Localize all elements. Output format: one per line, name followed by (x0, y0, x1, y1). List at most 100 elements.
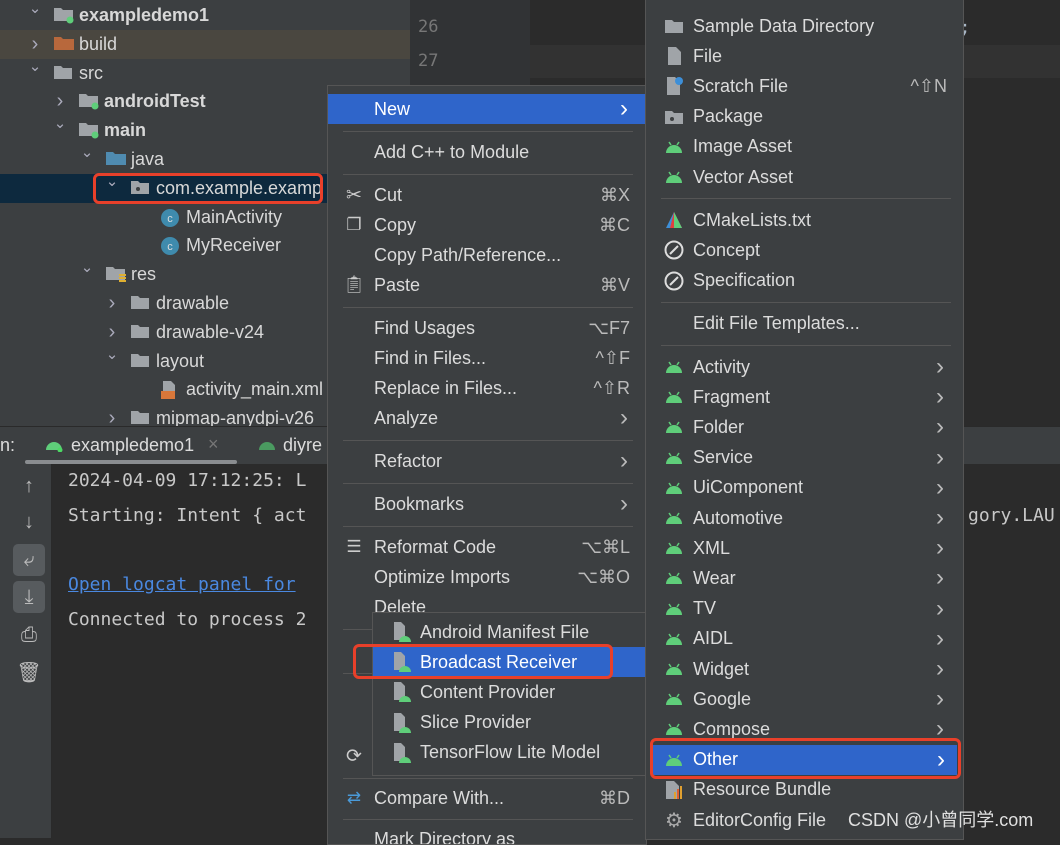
menu-item-compare-with[interactable]: ⇄Compare With...⌘D (328, 783, 646, 813)
arrow-up-button[interactable]: ↑ (13, 470, 45, 502)
open-logcat-link[interactable]: Open logcat panel for (68, 574, 296, 595)
chevron-right-icon[interactable]: › (105, 407, 119, 426)
new-item-automotive[interactable]: Automotive› (646, 503, 963, 533)
menu-item-bookmarks[interactable]: Bookmarks› (328, 489, 646, 519)
new-item-fragment[interactable]: Fragment› (646, 382, 963, 412)
new-item-vector-asset[interactable]: Vector Asset (646, 162, 963, 192)
tree-item[interactable]: ⌄src (0, 59, 410, 88)
tree-item-label: layout (156, 351, 204, 372)
menu-item-label: Automotive (693, 508, 783, 529)
menu-item-label: Content Provider (420, 682, 555, 703)
chevron-right-icon: › (620, 95, 628, 123)
module-folder-icon (53, 6, 73, 24)
menu-item-refactor[interactable]: Refactor› (328, 446, 646, 476)
new-item-file[interactable]: File (646, 41, 963, 71)
chevron-down-icon[interactable]: ⌄ (80, 258, 94, 276)
new-item-aidl[interactable]: AIDL› (646, 624, 963, 654)
menu-item-label: Service (693, 447, 753, 468)
new-item-sample-data-directory[interactable]: Sample Data Directory (646, 11, 963, 41)
new-item-xml[interactable]: XML › (646, 533, 963, 563)
menu-item-new[interactable]: New› (328, 94, 646, 124)
android-file-icon (391, 713, 411, 733)
menu-item-label: Package (693, 106, 763, 127)
menu-item-add-c-to-module[interactable]: Add C++ to Module (328, 137, 646, 167)
other-item-slice-provider[interactable]: Slice Provider (373, 708, 646, 738)
tree-item[interactable]: › build (0, 30, 410, 59)
menu-item-paste[interactable]: 📋︎Paste⌘V (328, 270, 646, 300)
concept-icon (664, 271, 684, 291)
close-tab-icon[interactable]: × (208, 434, 219, 455)
soft-wrap-button[interactable]: ⤶ (13, 544, 45, 576)
arrow-down-button[interactable]: ↓ (13, 506, 45, 538)
chevron-right-icon[interactable]: › (105, 321, 119, 344)
shortcut: ⌘C (599, 215, 630, 236)
new-item-tv[interactable]: TV› (646, 594, 963, 624)
new-item-scratch-file[interactable]: Scratch File^⇧N (646, 71, 963, 101)
new-item-edit-file-templates[interactable]: Edit File Templates... (646, 309, 963, 339)
menu-item-analyze[interactable]: Analyze› (328, 403, 646, 433)
new-item-activity[interactable]: Activity› (646, 352, 963, 382)
menu-item-reformat-code[interactable]: ☰Reformat Code⌥⌘L (328, 532, 646, 562)
print-button[interactable]: ⎙ (13, 619, 45, 651)
run-tab-exampledemo1[interactable]: exampledemo1 × (40, 427, 238, 463)
chevron-down-icon[interactable]: ⌄ (80, 143, 94, 161)
chevron-right-icon: › (936, 655, 944, 683)
trash-button[interactable]: 🗑︎ (13, 656, 45, 688)
new-item-uicomponent[interactable]: UiComponent› (646, 473, 963, 503)
menu-item-label: TV (693, 598, 716, 619)
line-number: 27 (418, 51, 438, 71)
chevron-right-icon[interactable]: › (28, 33, 42, 56)
menu-separator (343, 483, 633, 484)
tree-item[interactable]: ⌄exampledemo1 (0, 1, 410, 30)
android-icon (664, 387, 684, 407)
scroll-to-end-button[interactable]: ⤓ (13, 581, 45, 613)
tree-item-label: java (131, 149, 164, 170)
menu-item-find-in-files[interactable]: Find in Files...^⇧F (328, 343, 646, 373)
menu-item-label: XML (693, 538, 730, 559)
menu-item-copy-path-reference[interactable]: Copy Path/Reference... (328, 240, 646, 270)
watermark: CSDN @小曾同学.com (848, 806, 1033, 832)
android-icon (44, 436, 64, 452)
chevron-right-icon: › (936, 474, 944, 502)
menu-item-optimize-imports[interactable]: Optimize Imports⌥⌘O (328, 562, 646, 592)
new-item-cmakelists-txt[interactable]: CMakeLists.txt (646, 205, 963, 235)
android-file-icon (391, 682, 411, 702)
menu-item-copy[interactable]: ❐Copy⌘C (328, 210, 646, 240)
other-item-content-provider[interactable]: Content Provider (373, 677, 646, 707)
chevron-down-icon[interactable]: ⌄ (28, 57, 42, 75)
other-item-tensorflow-lite-model[interactable]: TensorFlow Lite Model (373, 738, 646, 768)
new-item-google[interactable]: Google› (646, 684, 963, 714)
chevron-right-icon[interactable]: › (105, 292, 119, 315)
menu-item-label: File (693, 46, 722, 67)
new-item-folder[interactable]: Folder› (646, 412, 963, 442)
new-item-image-asset[interactable]: Image Asset (646, 132, 963, 162)
menu-item-label: Folder (693, 417, 744, 438)
menu-item-cut[interactable]: ✂Cut⌘X (328, 180, 646, 210)
folder-icon (664, 16, 684, 36)
menu-item-label: Concept (693, 240, 760, 261)
chevron-right-icon[interactable]: › (53, 90, 67, 113)
chevron-down-icon[interactable]: ⌄ (28, 0, 42, 17)
new-item-concept[interactable]: Concept (646, 235, 963, 265)
chevron-down-icon[interactable]: ⌄ (105, 345, 119, 363)
chevron-down-icon[interactable]: ⌄ (53, 114, 67, 132)
new-item-service[interactable]: Service› (646, 443, 963, 473)
chevron-right-icon: › (936, 534, 944, 562)
menu-item-find-usages[interactable]: Find Usages⌥F7 (328, 313, 646, 343)
new-item-package[interactable]: Package (646, 102, 963, 132)
new-item-specification[interactable]: Specification (646, 266, 963, 296)
new-item-widget[interactable]: Widget› (646, 654, 963, 684)
tree-item-label: build (79, 34, 117, 55)
menu-item-replace-in-files[interactable]: Replace in Files...^⇧R (328, 373, 646, 403)
new-item-wear[interactable]: Wear› (646, 563, 963, 593)
other-submenu: Android Manifest FileBroadcast ReceiverC… (372, 612, 646, 776)
reformat-icon: ☰ (344, 537, 364, 557)
menu-item-mark-directory-as[interactable]: Mark Directory as (328, 824, 646, 845)
menu-item-label: Find in Files... (374, 348, 486, 369)
other-item-android-manifest-file[interactable]: Android Manifest File (373, 617, 646, 647)
new-item-resource-bundle[interactable]: Resource Bundle (646, 775, 963, 805)
menu-separator (343, 526, 633, 527)
run-tab-diyre[interactable]: diyre (255, 427, 335, 463)
copy-icon: ❐ (344, 215, 364, 235)
android-file-icon (391, 622, 411, 642)
